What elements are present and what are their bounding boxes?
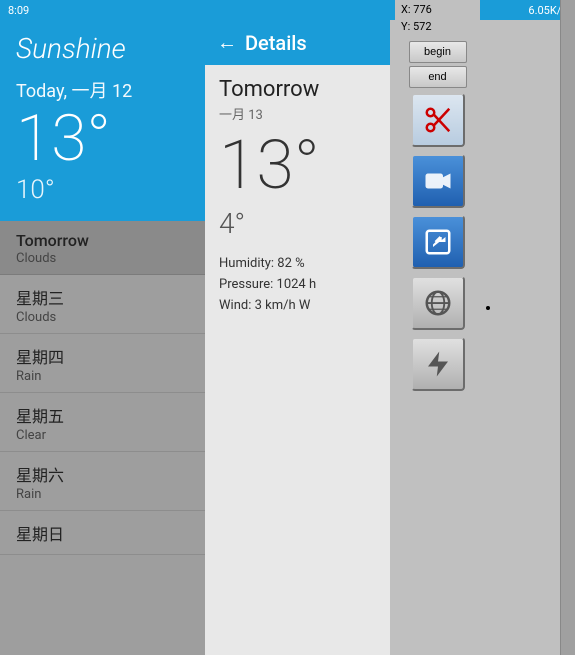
- forecast-condition-fri: Clear: [16, 428, 189, 443]
- coord-x: X: 776: [401, 2, 474, 19]
- forecast-day-wed: 星期三: [16, 285, 189, 309]
- forecast-item-thu[interactable]: 星期四 Rain: [0, 334, 205, 393]
- scissors-button[interactable]: [411, 93, 465, 147]
- begin-button[interactable]: begin: [409, 41, 467, 63]
- detail-panel: ← Details Tomorrow 一月 13 13° 4° Humidity…: [205, 20, 390, 655]
- forecast-day-sat: 星期六: [16, 462, 189, 486]
- coord-display: X: 776 Y: 572: [395, 0, 480, 37]
- forecast-day-thu: 星期四: [16, 344, 189, 368]
- right-sidebar: X: 776 Y: 572 begin end: [395, 0, 480, 655]
- video-button[interactable]: [411, 154, 465, 208]
- detail-pressure: Pressure: 1024 h: [219, 277, 376, 292]
- detail-high-temp: 13°: [219, 131, 376, 199]
- today-label: Today, 一月 12: [0, 73, 205, 103]
- globe-button[interactable]: [411, 276, 465, 330]
- forecast-item-tomorrow[interactable]: Tomorrow Clouds: [0, 221, 205, 275]
- status-time: 8:09: [8, 4, 29, 17]
- forecast-condition-thu: Rain: [16, 369, 189, 384]
- forecast-item-fri[interactable]: 星期五 Clear: [0, 393, 205, 452]
- status-bar: 8:09 6.05K/s: [0, 0, 575, 20]
- today-low-temp: 10°: [0, 171, 205, 221]
- forecast-condition-wed: Clouds: [16, 310, 189, 325]
- detail-low-temp: 4°: [219, 207, 376, 240]
- export-button[interactable]: [411, 215, 465, 269]
- forecast-item-sat[interactable]: 星期六 Rain: [0, 452, 205, 511]
- forecast-condition-tomorrow: Clouds: [16, 251, 189, 266]
- cursor-indicator: [486, 306, 490, 310]
- end-button[interactable]: end: [409, 66, 467, 88]
- detail-day-name: Tomorrow: [219, 77, 376, 102]
- right-strip: [560, 0, 575, 655]
- forecast-condition-sat: Rain: [16, 487, 189, 502]
- forecast-day-sun: 星期日: [16, 521, 189, 545]
- forecast-item-wed[interactable]: 星期三 Clouds: [0, 275, 205, 334]
- forecast-day-tomorrow: Tomorrow: [16, 231, 189, 250]
- detail-content: Tomorrow 一月 13 13° 4° Humidity: 82 % Pre…: [205, 65, 390, 655]
- today-high-temp: 13°: [0, 103, 205, 171]
- detail-date: 一月 13: [219, 104, 376, 123]
- back-button[interactable]: ←: [217, 30, 237, 55]
- detail-title: Details: [245, 31, 307, 55]
- forecast-list: Tomorrow Clouds 星期三 Clouds 星期四 Rain 星期五 …: [0, 221, 205, 655]
- coord-y: Y: 572: [401, 19, 474, 36]
- forecast-item-sun[interactable]: 星期日: [0, 511, 205, 555]
- detail-header: ← Details: [205, 20, 390, 65]
- detail-humidity: Humidity: 82 %: [219, 256, 376, 271]
- detail-info: Humidity: 82 % Pressure: 1024 h Wind: 3 …: [219, 256, 376, 313]
- toolbar-buttons: begin end: [395, 37, 480, 397]
- forecast-day-fri: 星期五: [16, 403, 189, 427]
- left-panel: Sunshine Today, 一月 12 13° 10° Tomorrow C…: [0, 20, 205, 655]
- app-title: Sunshine: [0, 20, 205, 73]
- lightning-button[interactable]: [411, 337, 465, 391]
- detail-wind: Wind: 3 km/h W: [219, 298, 376, 313]
